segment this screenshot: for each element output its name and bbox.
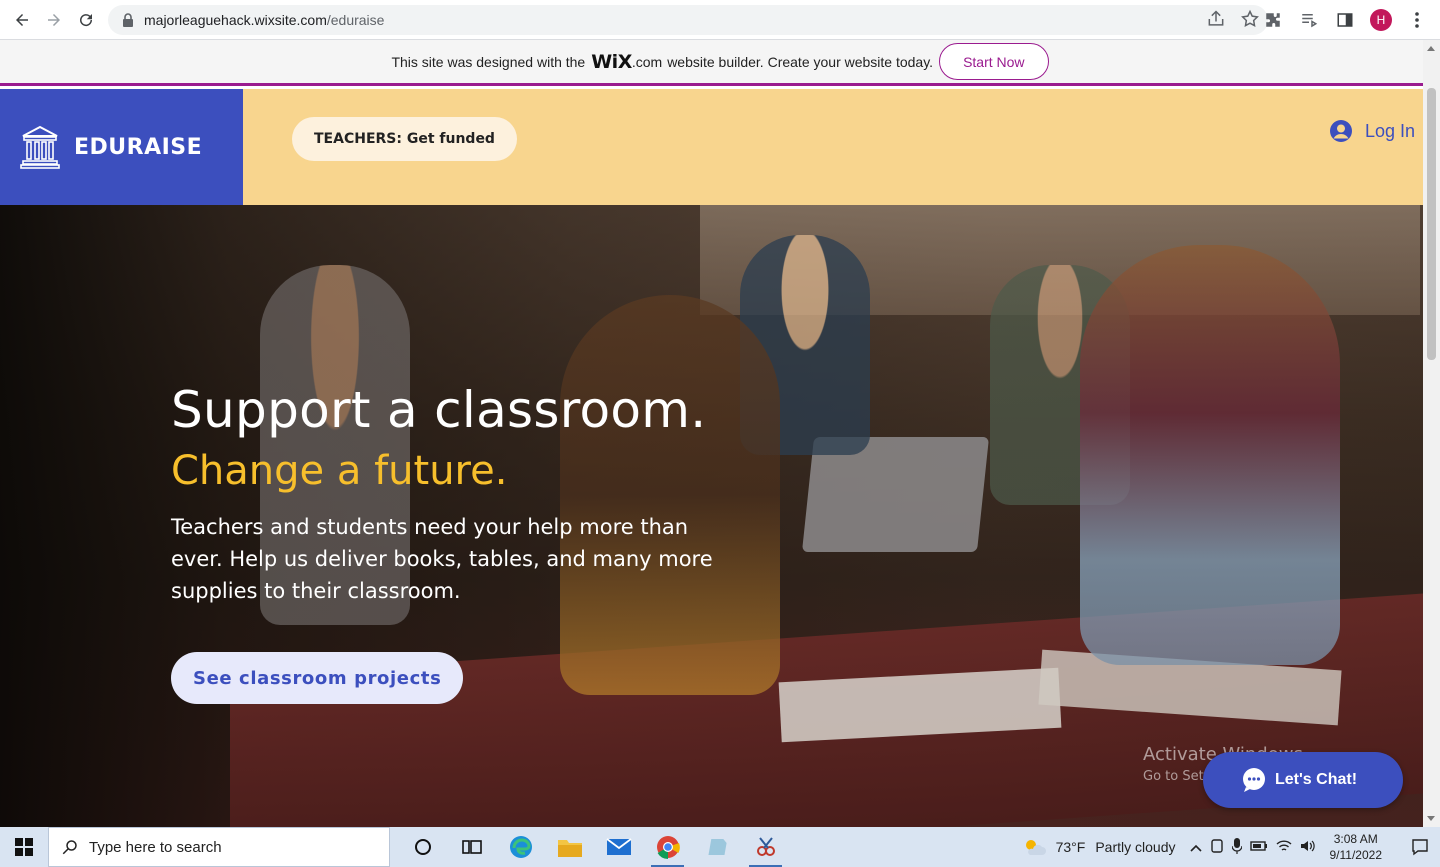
hero-photo-student-3 (560, 295, 780, 695)
profile-avatar[interactable]: H (1368, 6, 1394, 34)
url-path: /eduraise (326, 12, 385, 28)
microphone-icon[interactable] (1230, 837, 1243, 857)
partly-cloudy-icon (1025, 840, 1046, 855)
start-now-button[interactable]: Start Now (939, 43, 1049, 80)
extensions-icon[interactable] (1260, 6, 1286, 34)
system-clock[interactable]: 3:08 AM 9/11/2022 (1330, 831, 1383, 863)
wix-logo: WiX (591, 50, 632, 73)
search-icon (62, 840, 77, 855)
brand-name: EDURAISE (74, 134, 203, 160)
hero-description: Teachers and students need your help mor… (171, 515, 713, 603)
site-header: TEACHERS: Get funded Log In (243, 89, 1423, 205)
hero-title: Support a classroom. (171, 381, 707, 439)
clock-time: 3:08 AM (1333, 832, 1378, 846)
menu-kebab-icon[interactable] (1404, 6, 1430, 34)
weather-temperature: 73°F (1055, 839, 1086, 855)
teachers-get-funded-button[interactable]: TEACHERS: Get funded (292, 117, 517, 161)
notepad-icon[interactable] (692, 827, 741, 867)
reading-list-icon[interactable] (1296, 6, 1322, 34)
wix-logo-dotcom: .com (631, 53, 663, 70)
task-view-icon[interactable] (447, 827, 496, 867)
site-logo[interactable]: EDURAISE (0, 89, 243, 205)
notification-center-icon[interactable] (1400, 838, 1440, 856)
windows-start-icon[interactable] (0, 827, 48, 867)
browser-toolbar: majorleaguehack.wixsite.com/eduraise H (0, 0, 1440, 40)
hero-subtitle: Change a future. (171, 448, 508, 494)
share-icon[interactable] (1206, 9, 1226, 29)
clock-date: 9/11/2022 (1329, 848, 1383, 862)
meet-now-icon[interactable] (1210, 838, 1224, 857)
see-classroom-projects-button[interactable]: See classroom projects (171, 652, 464, 704)
url-text: majorleaguehack.wixsite.com/eduraise (144, 12, 384, 28)
mail-icon[interactable] (594, 827, 643, 867)
scroll-down-arrow-icon[interactable] (1427, 816, 1435, 821)
login-button[interactable]: Log In (1329, 119, 1415, 143)
profile-initial: H (1370, 9, 1392, 31)
institution-icon (20, 125, 60, 169)
chat-bubble-icon (1243, 768, 1265, 792)
lets-chat-label: Let's Chat! (1275, 771, 1358, 788)
wix-banner-text-after: website builder. Create your website tod… (667, 53, 934, 70)
wix-promo-banner: This site was designed with the WiX .com… (0, 40, 1440, 86)
login-label: Log In (1364, 120, 1415, 141)
taskbar-search-placeholder: Type here to search (89, 838, 222, 856)
user-account-icon (1329, 120, 1352, 142)
file-explorer-icon[interactable] (545, 827, 594, 867)
scroll-up-arrow-icon[interactable] (1427, 46, 1435, 51)
windows-taskbar: Type here to search 73°F Partly cloudy 3… (0, 827, 1440, 867)
lets-chat-button[interactable]: Let's Chat! (1203, 752, 1403, 808)
volume-icon[interactable] (1300, 839, 1316, 856)
weather-widget[interactable]: 73°F Partly cloudy (1022, 837, 1176, 857)
hero-section: Support a classroom. Change a future. Te… (0, 205, 1423, 827)
side-panel-icon[interactable] (1332, 6, 1358, 34)
chrome-icon[interactable] (643, 827, 692, 867)
taskbar-search-box[interactable]: Type here to search (48, 827, 390, 867)
wix-banner-text-before: This site was designed with the (391, 53, 586, 70)
edge-browser-icon[interactable] (496, 827, 545, 867)
snipping-tool-icon[interactable] (741, 827, 790, 867)
address-bar[interactable]: majorleaguehack.wixsite.com/eduraise (108, 5, 1268, 35)
bookmark-star-icon[interactable] (1240, 9, 1260, 29)
url-host: majorleaguehack.wixsite.com (144, 12, 327, 28)
cortana-icon[interactable] (398, 827, 447, 867)
back-icon[interactable] (6, 4, 38, 36)
wifi-icon[interactable] (1276, 839, 1292, 856)
chevron-up-icon[interactable] (1189, 840, 1202, 855)
forward-icon[interactable] (38, 4, 70, 36)
weather-description: Partly cloudy (1095, 839, 1176, 855)
system-tray: 73°F Partly cloudy 3:08 AM 9/11/2022 (1022, 827, 1440, 867)
battery-icon[interactable] (1249, 840, 1268, 855)
reload-icon[interactable] (70, 4, 102, 36)
lock-icon (123, 13, 133, 27)
page-scrollbar[interactable] (1423, 40, 1440, 827)
scrollbar-thumb[interactable] (1427, 88, 1436, 360)
hero-photo-student-5 (1080, 245, 1340, 665)
